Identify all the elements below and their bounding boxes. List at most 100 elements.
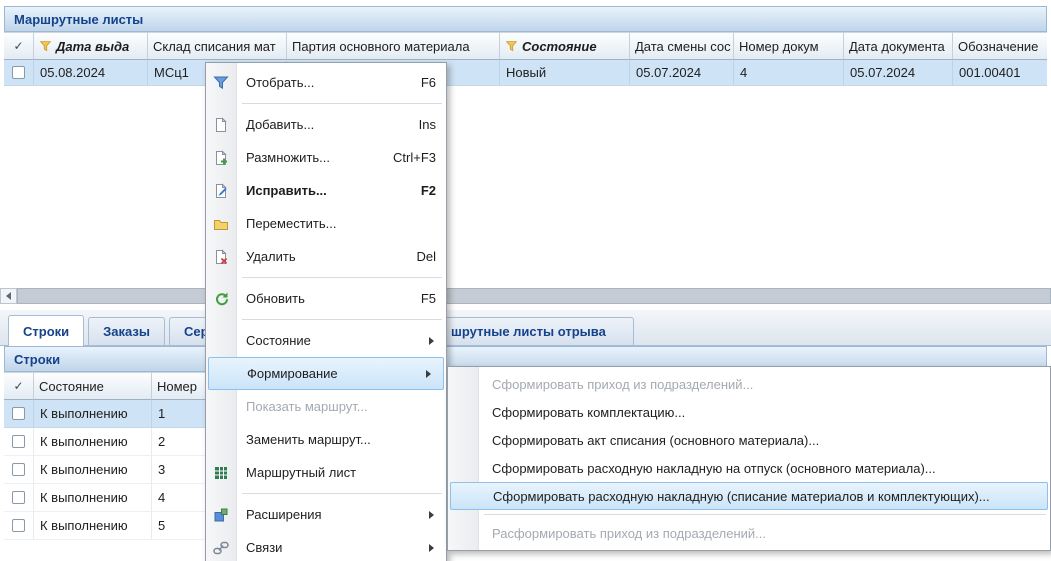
cell-line-number: 4 [152,484,210,512]
line-row-5[interactable]: К выполнению 5 [4,512,210,540]
tab-zakazy[interactable]: Заказы [88,317,165,345]
column-header-material-batch[interactable]: Партия основного материала [287,32,500,60]
menu-item-state[interactable]: Состояние [206,324,446,357]
menu-item-delete[interactable]: Удалить Del [206,240,446,273]
submenu-item-akt-spisaniya[interactable]: Сформировать акт списания (основного мат… [448,426,1050,454]
route-sheets-title: Маршрутные листы [14,12,143,27]
menu-separator [242,103,442,104]
menu-item-add[interactable]: Добавить... Ins [206,108,446,141]
row-checkbox-cell[interactable] [4,456,34,484]
cell-doc-number: 4 [734,60,844,86]
column-header-issue-date[interactable]: Дата выда [34,32,148,60]
cell-line-number: 2 [152,428,210,456]
cell-issue-date: 05.08.2024 [34,60,148,86]
menu-separator [242,277,442,278]
scrollbar-thumb[interactable] [17,288,1051,304]
edit-page-icon [213,183,229,199]
row-checkbox[interactable] [12,491,25,504]
row-checkbox-cell[interactable] [4,400,34,428]
submenu-item-rasformirovat-prihod: Расформировать приход из подразделений..… [448,519,1050,547]
row-checkbox[interactable] [12,407,25,420]
menu-separator [484,514,1046,515]
column-header-state-change-date[interactable]: Дата смены сос [630,32,734,60]
submenu-item-rashodnaya-spisanie[interactable]: Сформировать расходную накладную (списан… [450,482,1048,510]
row-checkbox-cell[interactable] [4,512,34,540]
submenu-item-komplektaciya[interactable]: Сформировать комплектацию... [448,398,1050,426]
menu-item-links[interactable]: Связи [206,531,446,561]
column-header-state[interactable]: Состояние [500,32,630,60]
row-checkbox-cell[interactable] [4,428,34,456]
menu-item-duplicate[interactable]: Размножить... Ctrl+F3 [206,141,446,174]
cell-line-number: 1 [152,400,210,428]
select-all-column-header[interactable]: ✓ [4,32,34,60]
row-checkbox-cell[interactable] [4,484,34,512]
column-header-line-number[interactable]: Номер [152,372,210,400]
menu-item-refresh[interactable]: Обновить F5 [206,282,446,315]
menu-item-filter[interactable]: Отобрать... F6 [206,66,446,99]
tab-stroki[interactable]: Строки [8,315,84,346]
cell-state: Новый [500,60,630,86]
line-row-4[interactable]: К выполнению 4 [4,484,210,512]
refresh-icon [213,291,229,307]
line-row-2[interactable]: К выполнению 2 [4,428,210,456]
menu-separator [242,493,442,494]
spreadsheet-icon [213,465,229,481]
submenu-arrow-icon [429,337,438,345]
lines-panel-title: Строки [14,352,60,367]
submenu-arrow-icon [429,544,438,552]
filter-icon [39,40,52,53]
menu-item-extensions[interactable]: Расширения [206,498,446,531]
route-sheets-grid-header: ✓ Дата выда Склад списания мат Партия ос… [4,32,1047,60]
column-header-doc-date[interactable]: Дата документа [844,32,953,60]
filter-icon [213,75,229,91]
horizontal-scrollbar[interactable] [0,288,1051,304]
column-header-designation[interactable]: Обозначение [953,32,1047,60]
tab-route-sheets-otryva[interactable]: шрутные листы отрыва [436,317,634,345]
menu-item-formirovanie[interactable]: Формирование [208,357,444,390]
submenu-item-rashodnaya-otpusk[interactable]: Сформировать расходную накладную на отпу… [448,454,1050,482]
scroll-left-button[interactable] [0,288,17,304]
context-menu: Отобрать... F6 Добавить... Ins Размножит… [205,62,447,561]
menu-item-move[interactable]: Переместить... [206,207,446,240]
menu-item-show-route: Показать маршрут... [206,390,446,423]
menu-item-replace-route[interactable]: Заменить маршрут... [206,423,446,456]
move-folder-icon [213,216,229,232]
column-header-doc-number[interactable]: Номер докум [734,32,844,60]
row-checkbox[interactable] [12,519,25,532]
row-checkbox[interactable] [12,463,25,476]
menu-item-edit[interactable]: Исправить... F2 [206,174,446,207]
filter-icon [505,40,518,53]
cell-line-state: К выполнению [34,428,152,456]
copy-page-icon [213,150,229,166]
menu-item-route-sheet[interactable]: Маршрутный лист [206,456,446,489]
cell-state-change-date: 05.07.2024 [630,60,734,86]
formirovanie-submenu: Сформировать приход из подразделений... … [447,366,1051,551]
plugin-icon [213,507,229,523]
column-header-warehouse[interactable]: Склад списания мат [148,32,287,60]
cell-doc-date: 05.07.2024 [844,60,953,86]
delete-page-icon [213,249,229,265]
row-checkbox[interactable] [12,66,25,79]
cell-line-state: К выполнению [34,400,152,428]
add-page-icon [213,117,229,133]
menu-separator [242,319,442,320]
route-sheet-row[interactable]: 05.08.2024 МСц1 Новый 05.07.2024 4 05.07… [4,60,1047,86]
line-row-1[interactable]: К выполнению 1 [4,400,210,428]
row-checkbox-cell[interactable] [4,60,34,86]
column-header-line-state[interactable]: Состояние [34,372,152,400]
cell-line-state: К выполнению [34,484,152,512]
row-checkbox[interactable] [12,435,25,448]
lines-select-all-header[interactable]: ✓ [4,372,34,400]
submenu-arrow-icon [429,511,438,519]
cell-line-number: 5 [152,512,210,540]
cell-designation: 001.00401 [953,60,1047,86]
line-row-3[interactable]: К выполнению 3 [4,456,210,484]
scroll-left-arrow-icon [2,292,11,300]
app-window: Маршрутные листы ✓ Дата выда Склад списа… [0,0,1051,561]
cell-line-state: К выполнению [34,512,152,540]
route-sheets-panel-header: Маршрутные листы [4,6,1047,32]
cell-line-state: К выполнению [34,456,152,484]
submenu-arrow-icon [426,370,435,378]
link-icon [213,540,229,556]
submenu-item-prihod-podrazdeleniy: Сформировать приход из подразделений... [448,370,1050,398]
